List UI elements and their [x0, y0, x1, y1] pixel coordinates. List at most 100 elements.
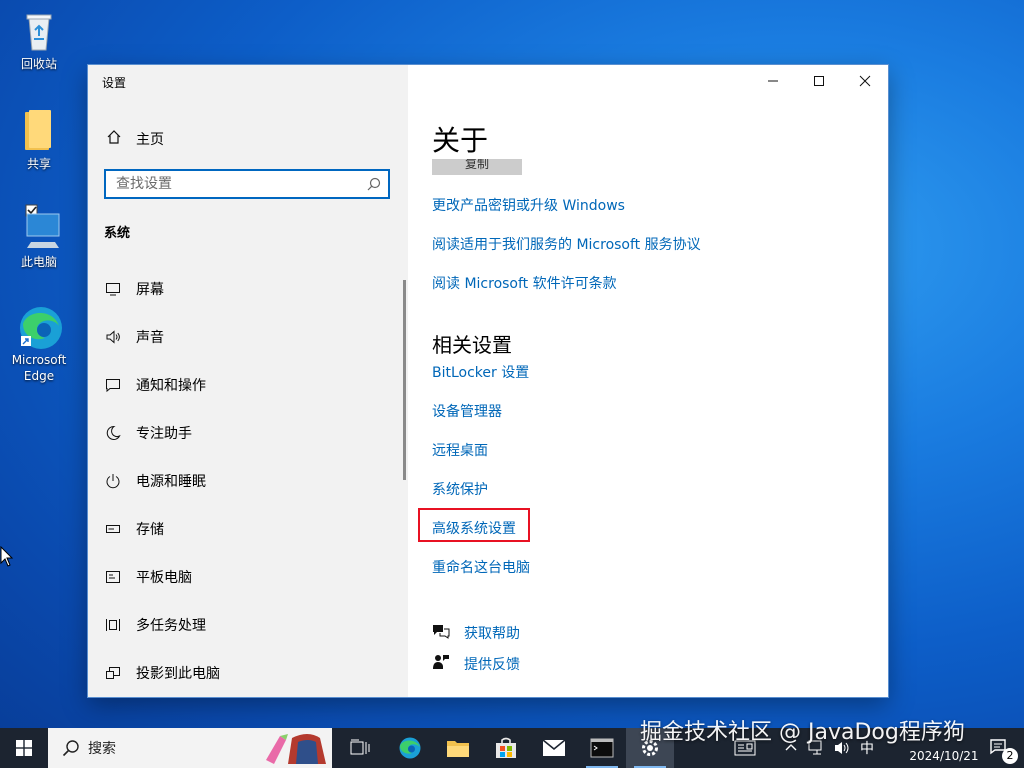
storage-icon	[104, 520, 122, 538]
maximize-button[interactable]	[796, 65, 842, 97]
search-icon	[62, 740, 79, 757]
sidebar-item-power-sleep[interactable]: 电源和睡眠	[88, 457, 408, 505]
sidebar-item-label: 平板电脑	[136, 570, 192, 586]
main-content: 关于 复制 更改产品密钥或升级 Windows 阅读适用于我们服务的 Micro…	[408, 65, 888, 697]
sidebar-item-label: 屏幕	[136, 282, 164, 298]
terminal-icon	[590, 738, 614, 758]
desktop-icon-this-pc[interactable]: 此电脑	[4, 204, 74, 270]
clock-date: 2024/10/21	[909, 749, 979, 763]
taskbar-file-explorer[interactable]	[434, 728, 482, 768]
link-services-agreement[interactable]: 阅读适用于我们服务的 Microsoft 服务协议	[432, 234, 701, 254]
link-rename-pc[interactable]: 重命名这台电脑	[432, 557, 530, 577]
mouse-cursor-icon	[0, 546, 14, 567]
taskbar-mail[interactable]	[530, 728, 578, 768]
folder-icon	[447, 741, 469, 757]
sidebar-item-display[interactable]: 屏幕	[88, 265, 408, 313]
settings-window: 设置 主页 系统 屏幕 声音 通知和操作	[88, 65, 888, 697]
sidebar-item-label: 通知和操作	[136, 378, 206, 394]
search-input[interactable]	[106, 171, 366, 197]
sidebar-item-sound[interactable]: 声音	[88, 313, 408, 361]
section-title: 系统	[104, 226, 131, 241]
sidebar: 设置 主页 系统 屏幕 声音 通知和操作	[88, 65, 408, 697]
link-remote-desktop[interactable]: 远程桌面	[432, 440, 488, 460]
taskbar-terminal[interactable]	[578, 728, 626, 768]
sidebar-item-notifications[interactable]: 通知和操作	[88, 361, 408, 409]
window-title: 设置	[102, 76, 127, 90]
computer-icon	[15, 204, 63, 252]
desktop-icon-shared[interactable]: 共享	[4, 106, 74, 172]
edge-icon	[399, 737, 421, 759]
sidebar-item-project[interactable]: 投影到此电脑	[88, 649, 408, 697]
speaker-icon	[104, 328, 122, 346]
link-system-protection[interactable]: 系统保护	[432, 479, 488, 499]
get-help-link[interactable]: 获取帮助	[432, 623, 520, 643]
sidebar-item-multitasking[interactable]: 多任务处理	[88, 601, 408, 649]
feedback-label: 提供反馈	[464, 657, 520, 673]
search-icon[interactable]	[367, 176, 381, 195]
folder-icon	[15, 106, 63, 154]
link-change-product-key[interactable]: 更改产品密钥或升级 Windows	[432, 195, 625, 215]
home-icon	[106, 129, 126, 149]
mail-icon	[542, 739, 566, 756]
feedback-link[interactable]: 提供反馈	[432, 654, 520, 674]
action-center-button[interactable]: 2	[976, 728, 1024, 768]
sidebar-nav-list: 屏幕 声音 通知和操作 专注助手 电源和睡眠 存储 平板电脑 多任务处理 投影到…	[88, 265, 408, 697]
sidebar-item-label: 声音	[136, 330, 164, 346]
link-license-terms[interactable]: 阅读 Microsoft 软件许可条款	[432, 273, 617, 293]
sidebar-item-tablet[interactable]: 平板电脑	[88, 553, 408, 601]
watermark-text: 掘金技术社区 @ JavaDog程序狗	[640, 720, 965, 745]
windows-logo-icon	[16, 740, 32, 756]
copy-button[interactable]: 复制	[432, 159, 522, 175]
page-title: 关于	[432, 124, 489, 157]
desktop-icon-edge[interactable]: Microsoft Edge	[4, 302, 74, 384]
help-chat-icon	[432, 623, 452, 643]
moon-icon	[104, 424, 122, 442]
taskbar-search-label: 搜索	[88, 741, 116, 757]
desktop-icon-label: 此电脑	[20, 255, 57, 269]
start-button[interactable]	[0, 728, 48, 768]
sidebar-item-label: 投影到此电脑	[136, 666, 220, 682]
tablet-icon	[104, 568, 122, 586]
close-icon	[859, 75, 871, 87]
feedback-icon	[432, 654, 452, 674]
help-label: 获取帮助	[464, 626, 520, 642]
power-icon	[104, 472, 122, 490]
minimize-button[interactable]	[750, 65, 796, 97]
window-controls	[750, 65, 888, 97]
notification-icon	[104, 376, 122, 394]
sidebar-item-label: 多任务处理	[136, 618, 206, 634]
maximize-icon	[814, 76, 824, 86]
sidebar-item-label: 专注助手	[136, 426, 192, 442]
search-highlight-image-icon	[266, 734, 326, 764]
sidebar-scrollbar[interactable]	[403, 280, 406, 480]
desktop-icon-label: 共享	[26, 157, 51, 171]
sidebar-item-storage[interactable]: 存储	[88, 505, 408, 553]
sidebar-item-label: 存储	[136, 522, 164, 538]
project-icon	[104, 664, 122, 682]
sidebar-item-label: 电源和睡眠	[136, 474, 206, 490]
home-nav-item[interactable]: 主页	[106, 129, 164, 149]
search-box[interactable]	[104, 169, 390, 199]
highlight-box	[418, 508, 530, 542]
taskbar-search-box[interactable]: 搜索	[48, 728, 332, 768]
multitask-icon	[104, 616, 122, 634]
home-label: 主页	[136, 132, 164, 148]
desktop-icon-recycle-bin[interactable]: 回收站	[4, 6, 74, 72]
link-bitlocker[interactable]: BitLocker 设置	[432, 362, 529, 382]
taskbar-store[interactable]	[482, 728, 530, 768]
task-view-icon	[350, 739, 370, 755]
edge-icon	[15, 302, 63, 350]
task-view-button[interactable]	[336, 728, 384, 768]
minimize-icon	[768, 80, 778, 82]
sidebar-item-focus-assist[interactable]: 专注助手	[88, 409, 408, 457]
close-button[interactable]	[842, 65, 888, 97]
monitor-icon	[104, 280, 122, 298]
desktop-icon-label: 回收站	[20, 57, 57, 71]
link-device-manager[interactable]: 设备管理器	[432, 401, 502, 421]
taskbar-edge[interactable]	[386, 728, 434, 768]
desktop-icon-label: Microsoft Edge	[11, 353, 67, 383]
recycle-bin-icon	[15, 6, 63, 54]
related-settings-title: 相关设置	[432, 333, 512, 357]
notification-count-badge: 2	[1002, 748, 1018, 764]
store-icon	[496, 737, 516, 758]
